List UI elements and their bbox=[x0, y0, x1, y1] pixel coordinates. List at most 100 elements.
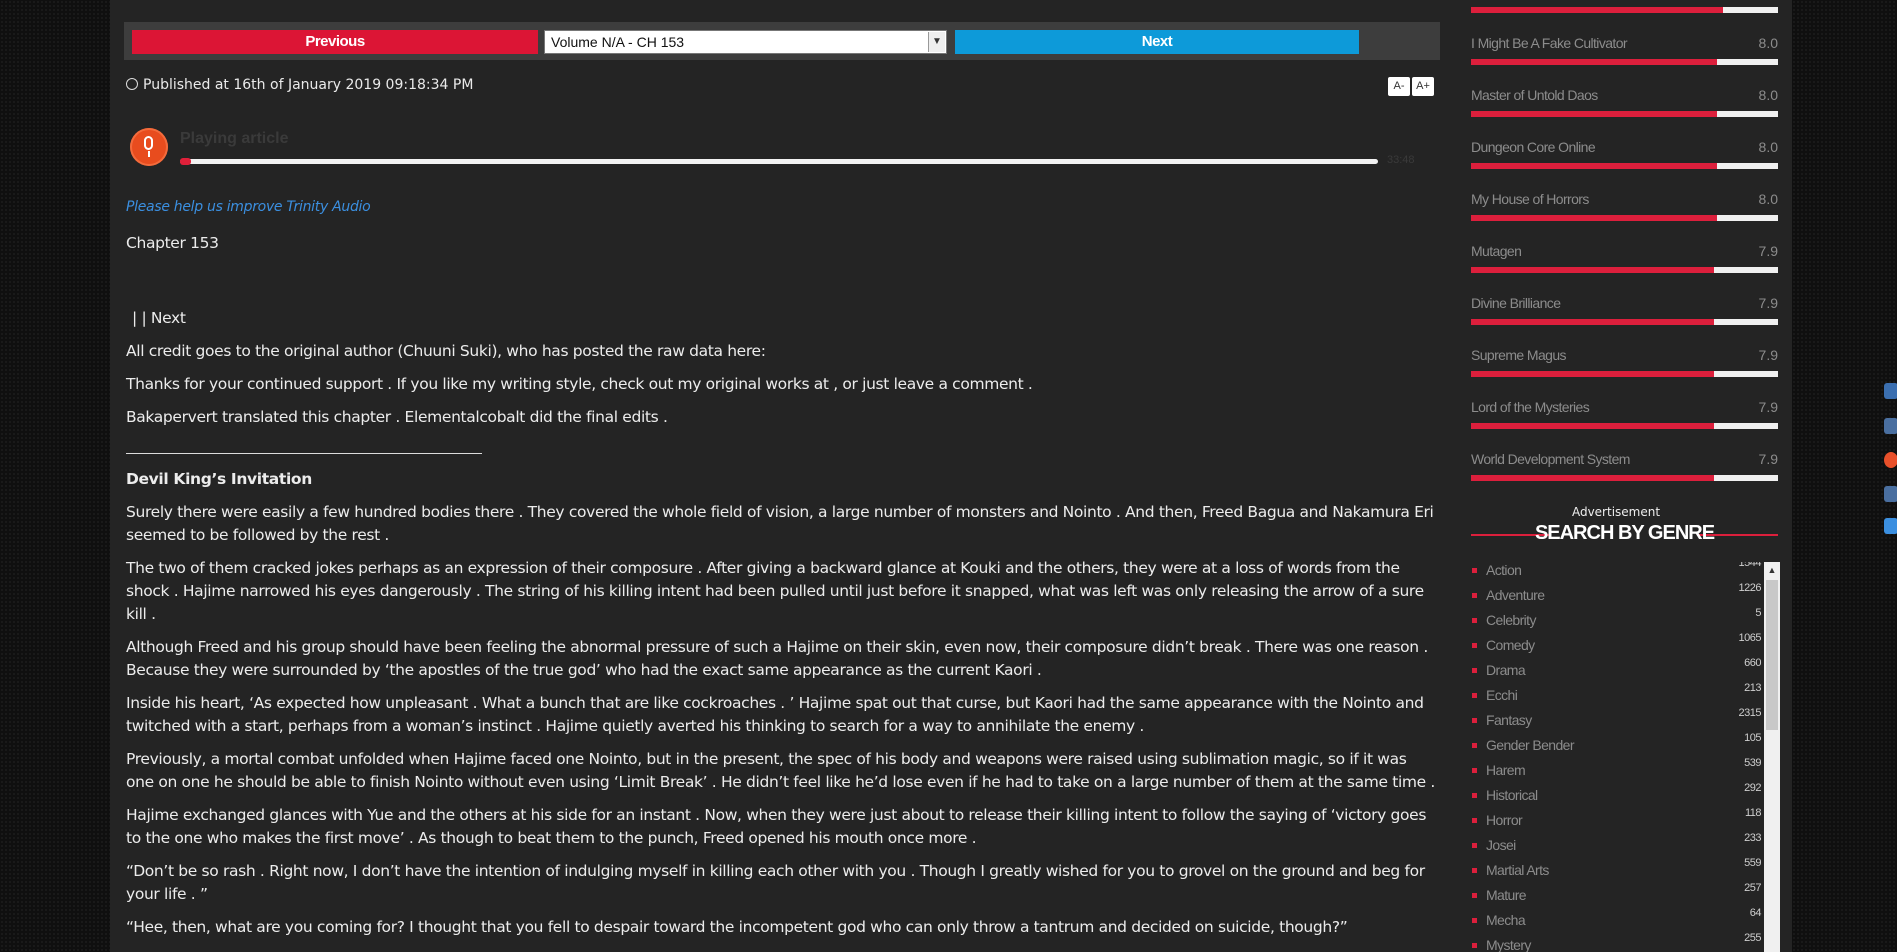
genre-count: 5 bbox=[1755, 607, 1761, 619]
ranking-name[interactable]: I Might Be A Fake Cultivator bbox=[1471, 35, 1628, 51]
bullet-icon bbox=[1472, 643, 1477, 648]
chapter-select[interactable]: Volume N/A - CH 153 ▼ bbox=[544, 30, 947, 54]
ranking-score: 7.9 bbox=[1758, 451, 1778, 467]
article-paragraph: “Don’t be so rash . Right now, I don’t h… bbox=[126, 862, 1425, 903]
genre-item[interactable]: Mature 257 bbox=[1471, 882, 1761, 912]
genre-item[interactable]: Mystery 255 bbox=[1471, 932, 1761, 952]
genre-name[interactable]: Fantasy bbox=[1486, 712, 1532, 728]
chapter-select-value: Volume N/A - CH 153 bbox=[551, 34, 685, 50]
bullet-icon bbox=[1472, 843, 1477, 848]
genre-heading-block: SEARCH BY GENRE bbox=[1471, 520, 1778, 548]
font-increase-button[interactable]: A+ bbox=[1412, 77, 1434, 96]
genre-item[interactable]: Adventure 1226 bbox=[1471, 582, 1762, 612]
genre-count: 255 bbox=[1744, 932, 1761, 944]
audio-player-title: Playing article bbox=[180, 130, 289, 147]
genre-count: 1065 bbox=[1738, 632, 1762, 644]
genre-heading: SEARCH BY GENRE bbox=[1534, 522, 1715, 544]
genre-count: 64 bbox=[1749, 907, 1762, 919]
font-decrease-button[interactable]: A- bbox=[1388, 77, 1410, 96]
genre-name[interactable]: Drama bbox=[1486, 662, 1526, 678]
genre-item[interactable]: Josei 233 bbox=[1471, 832, 1761, 862]
ranking-name[interactable]: My House of Horrors bbox=[1471, 191, 1589, 207]
genre-item[interactable]: Mecha 64 bbox=[1471, 907, 1762, 937]
audio-progress-track[interactable] bbox=[180, 158, 1378, 165]
ranking-score: 8.0 bbox=[1758, 87, 1778, 103]
scroll-up-icon[interactable]: ▲ bbox=[1764, 562, 1780, 578]
bullet-icon bbox=[1472, 893, 1477, 898]
genre-item[interactable]: Ecchi 213 bbox=[1471, 682, 1761, 712]
ranking-name[interactable]: Mutagen bbox=[1471, 243, 1522, 259]
chapter-navigation-bar: Previous Volume N/A - CH 153 ▼ Next bbox=[124, 22, 1440, 60]
credit-text: All credit goes to the original author (… bbox=[126, 342, 766, 360]
article-title: Devil King’s Invitation bbox=[126, 470, 312, 488]
ranking-score: 7.9 bbox=[1758, 295, 1778, 311]
genre-item[interactable]: Comedy 1065 bbox=[1471, 632, 1762, 662]
genre-name[interactable]: Action bbox=[1486, 562, 1522, 578]
ranking-name[interactable]: Divine Brilliance bbox=[1471, 295, 1561, 311]
chapter-nav-links[interactable]: | | Next bbox=[126, 307, 1436, 330]
ranking-name[interactable]: World Development System bbox=[1471, 451, 1630, 467]
next-chapter-button[interactable]: Next bbox=[955, 30, 1359, 54]
genre-name[interactable]: Gender Bender bbox=[1486, 737, 1575, 753]
genre-item[interactable]: Martial Arts 559 bbox=[1471, 857, 1761, 887]
genre-item[interactable]: Drama 660 bbox=[1471, 657, 1761, 687]
genre-scrollbar[interactable]: ▲ bbox=[1764, 562, 1780, 952]
ranking-bar bbox=[1471, 423, 1778, 429]
genre-name[interactable]: Harem bbox=[1486, 762, 1526, 778]
genre-item[interactable]: Harem 539 bbox=[1471, 757, 1761, 787]
ranking-bar-fill bbox=[1471, 59, 1717, 65]
genre-name[interactable]: Mecha bbox=[1486, 912, 1526, 928]
ranking-name[interactable]: Master of Untold Daos bbox=[1471, 87, 1598, 103]
genre-name[interactable]: Mystery bbox=[1486, 937, 1531, 952]
ranking-bar bbox=[1471, 267, 1778, 273]
floating-widget-icon[interactable] bbox=[1884, 518, 1897, 534]
genre-name[interactable]: Historical bbox=[1486, 787, 1538, 803]
ranking-score: 7.9 bbox=[1758, 399, 1778, 415]
article-paragraph: “Hee, then, what are you coming for? I t… bbox=[126, 918, 1348, 936]
genre-name[interactable]: Celebrity bbox=[1486, 612, 1536, 628]
genre-item[interactable]: Historical 292 bbox=[1471, 782, 1761, 812]
microphone-icon[interactable] bbox=[130, 128, 168, 166]
genre-item[interactable]: Celebrity 5 bbox=[1471, 607, 1761, 637]
published-date: Published at 16th of January 2019 09:18:… bbox=[126, 77, 473, 93]
genre-name[interactable]: Martial Arts bbox=[1486, 862, 1549, 878]
article-paragraph: Previously, a mortal combat unfolded whe… bbox=[126, 750, 1436, 791]
published-text: Published at 16th of January 2019 09:18:… bbox=[143, 77, 474, 93]
genre-name[interactable]: Comedy bbox=[1486, 637, 1535, 653]
ranking-bar-fill bbox=[1471, 371, 1714, 377]
genre-item[interactable]: Fantasy 2315 bbox=[1471, 707, 1762, 737]
ranking-bar-fill bbox=[1471, 111, 1717, 117]
ranking-name[interactable]: Lord of the Mysteries bbox=[1471, 399, 1590, 415]
ranking-name[interactable]: Supreme Magus bbox=[1471, 347, 1567, 363]
genre-name[interactable]: Josei bbox=[1486, 837, 1516, 853]
improve-audio-link[interactable]: Please help us improve Trinity Audio bbox=[126, 199, 371, 215]
scrollbar-thumb[interactable] bbox=[1766, 580, 1778, 730]
genre-name[interactable]: Ecchi bbox=[1486, 687, 1518, 703]
ranking-name[interactable]: Dungeon Core Online bbox=[1471, 139, 1596, 155]
floating-widget-icon[interactable] bbox=[1884, 383, 1897, 399]
floating-widget-icon[interactable] bbox=[1884, 418, 1897, 434]
genre-name[interactable]: Adventure bbox=[1486, 587, 1545, 603]
thanks-text: Thanks for your continued support . If y… bbox=[126, 375, 1033, 393]
genre-name[interactable]: Mature bbox=[1486, 887, 1527, 903]
genre-item[interactable]: Horror 118 bbox=[1471, 807, 1762, 837]
bullet-icon bbox=[1472, 718, 1477, 723]
chevron-down-icon[interactable]: ▼ bbox=[928, 32, 945, 52]
article-paragraph: The two of them cracked jokes perhaps as… bbox=[126, 559, 1424, 623]
floating-widget-icon[interactable] bbox=[1884, 486, 1897, 502]
genre-item[interactable]: Gender Bender 105 bbox=[1471, 732, 1761, 762]
advertisement-label: Advertisement bbox=[1571, 505, 1661, 519]
previous-chapter-button[interactable]: Previous bbox=[132, 30, 538, 54]
genre-name[interactable]: Horror bbox=[1486, 812, 1523, 828]
sidebar: I Might Be A Fake Cultivator 8.0 Master of… bbox=[1440, 0, 1792, 952]
genre-count: 292 bbox=[1744, 782, 1761, 794]
genre-list: Action 1544 Adventure 1226 Celebrity 5 Comedy 1… bbox=[1471, 562, 1764, 952]
ranking-score: 8.0 bbox=[1758, 191, 1778, 207]
floating-widget-icon[interactable] bbox=[1884, 452, 1897, 468]
genre-item[interactable]: Action 1544 bbox=[1471, 562, 1762, 587]
bullet-icon bbox=[1472, 918, 1477, 923]
article-body: Chapter 153 | | Next All credit goes to … bbox=[126, 232, 1436, 949]
ranking-bar-fill bbox=[1471, 319, 1714, 325]
genre-count: 660 bbox=[1744, 657, 1761, 669]
article-paragraph: Hajime exchanged glances with Yue and th… bbox=[126, 806, 1427, 847]
